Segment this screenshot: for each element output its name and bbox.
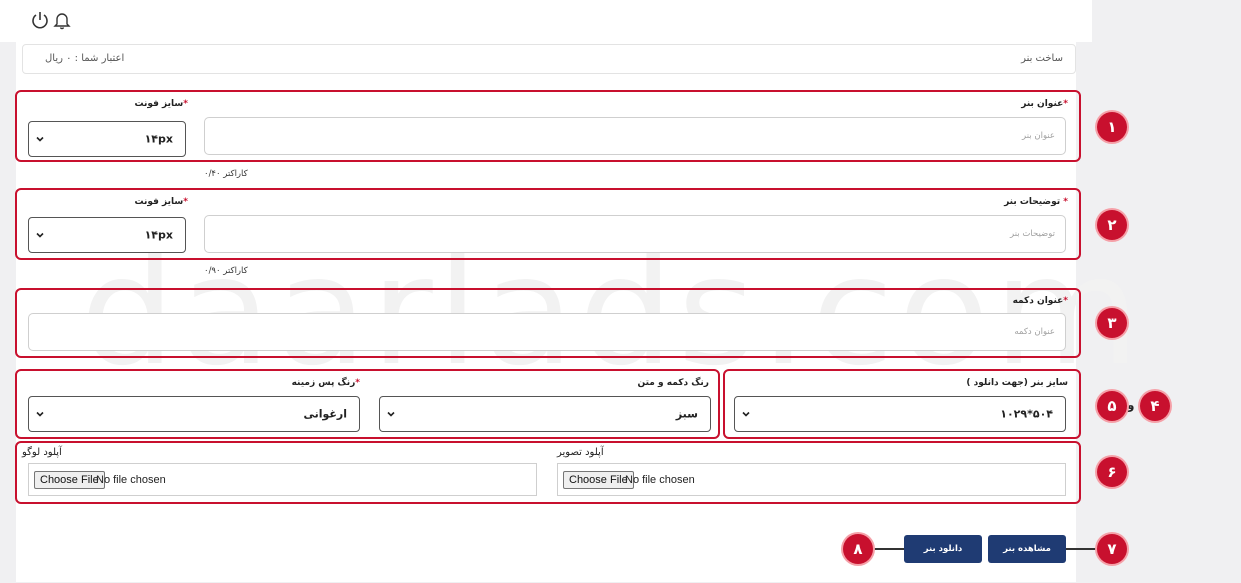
button-title-label: *عنوان دکمه <box>1012 296 1068 306</box>
banner-size-select[interactable]: ۱۰۲۹*۵۰۴ <box>734 396 1066 432</box>
annotation-pointer-7 <box>1066 548 1098 550</box>
annotation-badge-4: ۴ <box>1140 391 1170 421</box>
title-char-counter: کاراکتر ۰/۴۰ <box>204 169 248 179</box>
annotation-badge-5: ۵ <box>1097 391 1127 421</box>
desc-font-select[interactable]: ۱۴px <box>28 217 186 253</box>
logo-file-status: No file chosen <box>96 474 166 486</box>
bell-icon[interactable] <box>52 10 72 30</box>
button-title-input[interactable]: عنوان دکمه <box>28 313 1066 351</box>
chevron-down-icon <box>387 411 395 417</box>
chevron-down-icon <box>36 136 44 142</box>
button-color-select[interactable]: سبز <box>379 396 711 432</box>
description-input[interactable]: توضیحات بنر <box>204 215 1066 253</box>
bg-color-select[interactable]: ارغوانی <box>28 396 360 432</box>
chevron-down-icon <box>742 411 750 417</box>
preview-banner-button[interactable]: مشاهده بنر <box>988 535 1066 563</box>
title-font-label: *سایز فونت <box>134 99 188 109</box>
annotation-pointer-8 <box>874 548 904 550</box>
upload-logo-label: آپلود لوگو <box>22 447 62 458</box>
annotation-badge-1: ۱ <box>1097 112 1127 142</box>
annotation-badge-7: ۷ <box>1097 534 1127 564</box>
title-font-select[interactable]: ۱۴px <box>28 121 186 157</box>
image-file-status: No file chosen <box>625 474 695 486</box>
banner-size-label: سایز بنر (جهت دانلود ) <box>966 378 1068 388</box>
bg-color-label: *رنگ پس زمینه <box>291 378 360 388</box>
banner-title-input[interactable]: عنوان بنر <box>204 117 1066 155</box>
power-icon[interactable] <box>30 10 50 30</box>
button-color-label: رنگ دکمه و متن <box>637 378 709 388</box>
annotation-badge-6: ۶ <box>1097 457 1127 487</box>
annotation-badge-2: ۲ <box>1097 210 1127 240</box>
credit-balance: اعتبار شما : ۰ ریال <box>45 53 125 64</box>
chevron-down-icon <box>36 232 44 238</box>
upload-logo-field: Choose File No file chosen <box>28 463 537 496</box>
annotation-badge-3: ۳ <box>1097 308 1127 338</box>
breadcrumb: ساخت بنر اعتبار شما : ۰ ریال <box>22 44 1076 74</box>
banner-title-label: *عنوان بنر <box>1021 99 1068 109</box>
annotation-badge-8: ۸ <box>843 534 873 564</box>
choose-logo-button[interactable]: Choose File <box>34 471 105 489</box>
upload-image-field: Choose File No file chosen <box>557 463 1066 496</box>
top-bar <box>0 0 1092 42</box>
desc-font-label: *سایز فونت <box>134 197 188 207</box>
annotation-connector: و <box>1127 398 1135 412</box>
description-char-counter: کاراکتر ۰/۹۰ <box>204 266 248 276</box>
download-banner-button[interactable]: دانلود بنر <box>904 535 982 563</box>
upload-image-label: آپلود تصویر <box>557 447 604 458</box>
chevron-down-icon <box>36 411 44 417</box>
description-label: * توضیحات بنر <box>1004 197 1068 207</box>
page-title: ساخت بنر <box>1021 53 1063 64</box>
choose-image-button[interactable]: Choose File <box>563 471 634 489</box>
